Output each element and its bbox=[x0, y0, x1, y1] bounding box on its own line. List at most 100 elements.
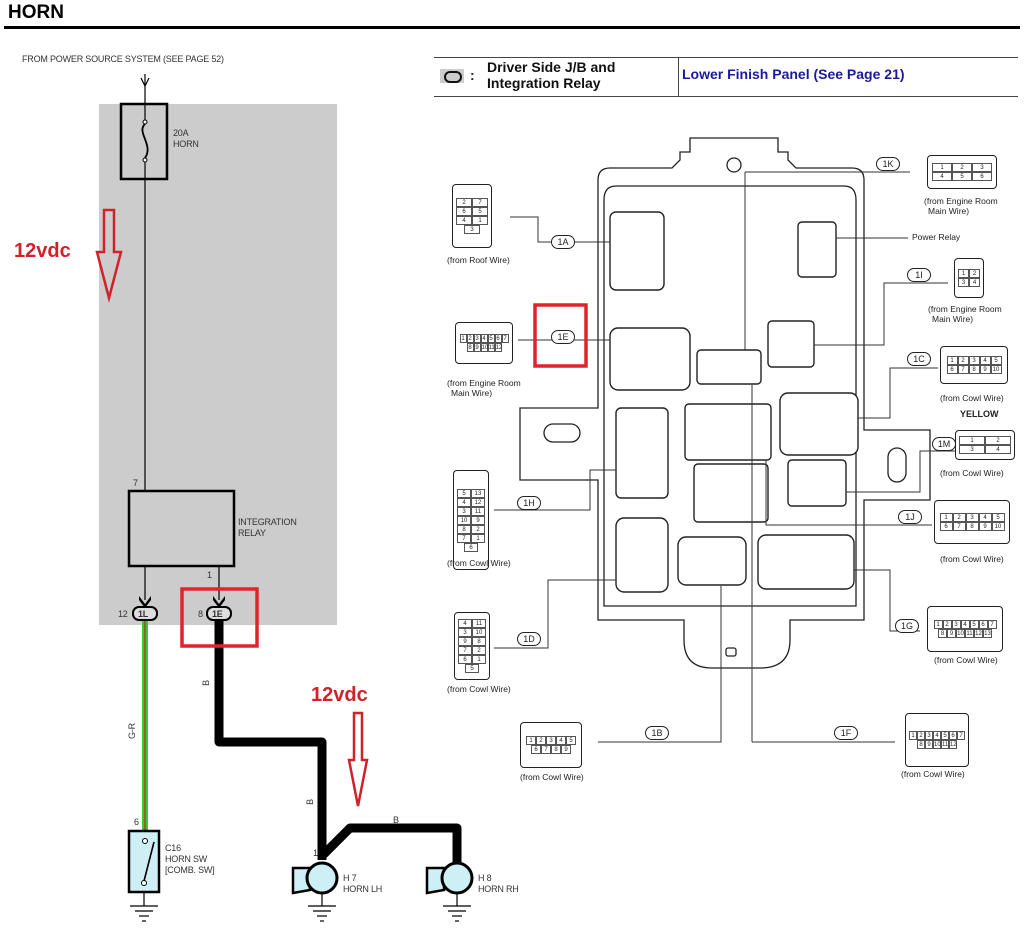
pin: 4 bbox=[969, 278, 980, 287]
pin: 12 bbox=[471, 497, 485, 507]
connector-tag-1d: 1D bbox=[517, 632, 541, 646]
pin: 2 bbox=[957, 356, 969, 365]
pin: 7 bbox=[952, 522, 966, 531]
wire-color-b-1: B bbox=[200, 680, 211, 686]
pin: 2 bbox=[942, 620, 952, 629]
pin: 1 bbox=[472, 216, 488, 225]
pin: 10 bbox=[991, 522, 1005, 531]
pin: 1 bbox=[959, 436, 985, 445]
pin: 8 bbox=[968, 365, 980, 374]
connector-1e-label: 1E bbox=[212, 609, 223, 619]
connector-1e-pin: 8 bbox=[198, 609, 203, 619]
pin: 9 bbox=[458, 637, 472, 646]
horn-switch-label: C16 HORN SW [COMB. SW] bbox=[165, 843, 215, 875]
jb-sockets bbox=[609, 211, 859, 593]
connector-tag-1m: 1M bbox=[932, 437, 956, 451]
pin: 4 bbox=[932, 172, 952, 181]
pin: 6 bbox=[949, 731, 957, 740]
connector-tag-1j: 1J bbox=[898, 510, 922, 524]
connector-1l-pin: 12 bbox=[118, 609, 128, 619]
connector-1a-source: (from Roof Wire) bbox=[447, 255, 510, 265]
pin: 5 bbox=[952, 172, 972, 181]
pin: 12 bbox=[494, 343, 503, 352]
horn-switch-pin: 6 bbox=[134, 817, 139, 827]
voltage-annotation-2: 12vdc bbox=[311, 684, 368, 706]
pin: 3 bbox=[546, 736, 556, 745]
pin: 1 bbox=[946, 356, 958, 365]
pin: 8 bbox=[466, 343, 474, 352]
connector-1c-source: (from Cowl Wire) bbox=[940, 393, 1004, 403]
pin: 4 bbox=[979, 356, 991, 365]
pin: 5 bbox=[465, 664, 479, 673]
pin: 1 bbox=[472, 655, 486, 664]
pin: 4 bbox=[457, 497, 471, 507]
pin: 6 bbox=[458, 655, 472, 664]
ground-icon bbox=[130, 905, 158, 922]
pin: 11 bbox=[941, 740, 949, 749]
legend-location-link[interactable]: Lower Finish Panel (See Page 21) bbox=[682, 66, 905, 82]
pin: 9 bbox=[473, 343, 481, 352]
connector-tag-1h: 1H bbox=[517, 496, 541, 510]
pin: 5 bbox=[566, 736, 576, 745]
pin: 6 bbox=[946, 365, 958, 374]
pin: 10 bbox=[472, 628, 486, 637]
pin: 10 bbox=[480, 343, 489, 352]
pin: 5 bbox=[969, 620, 979, 629]
connector-1d-source: (from Cowl Wire) bbox=[447, 684, 511, 694]
b-wire-rh bbox=[318, 823, 462, 862]
fuse-icon bbox=[119, 102, 169, 181]
connector-1l-label: 1L bbox=[138, 609, 149, 619]
pin: 4 bbox=[458, 619, 472, 628]
pin: 10 bbox=[933, 740, 941, 749]
pin: 8 bbox=[965, 522, 979, 531]
horn-lh-label: H 7 HORN LH bbox=[343, 873, 383, 894]
connector-1m-source: (from Cowl Wire) bbox=[940, 468, 1004, 478]
pin: 6 bbox=[464, 542, 478, 552]
pin: 7 bbox=[458, 646, 472, 655]
pin: 2 bbox=[969, 269, 980, 278]
pin: 1 bbox=[526, 736, 536, 745]
pin: 5 bbox=[472, 207, 488, 216]
junction-block-outline bbox=[519, 137, 931, 669]
pin: 2 bbox=[536, 736, 546, 745]
pin: 2 bbox=[917, 731, 925, 740]
pin: 5 bbox=[941, 731, 949, 740]
pin: 1 bbox=[909, 731, 917, 740]
horn-rh-icon bbox=[425, 861, 474, 922]
pin: 7 bbox=[541, 745, 551, 754]
pin: 10 bbox=[956, 629, 965, 638]
relay-pin-1: 1 bbox=[207, 570, 212, 580]
pin: 11 bbox=[487, 343, 495, 352]
connector-1a-icon: 2765413 bbox=[452, 184, 492, 248]
pin: 7 bbox=[472, 198, 488, 207]
pin: 7 bbox=[957, 365, 969, 374]
pin: 8 bbox=[457, 524, 471, 534]
pin: 7 bbox=[987, 620, 997, 629]
pin: 2 bbox=[471, 524, 485, 534]
pin: 10 bbox=[457, 515, 471, 525]
connector-1g-icon: 1 2 3 4 5 6 7 8 9 10 11 12 13 bbox=[927, 606, 1003, 652]
connector-1g-source: (from Cowl Wire) bbox=[934, 655, 998, 665]
pin: 8 bbox=[917, 740, 925, 749]
pin: 2 bbox=[472, 646, 486, 655]
pin: 8 bbox=[551, 745, 561, 754]
pin: 9 bbox=[471, 515, 485, 525]
pin: 7 bbox=[457, 533, 471, 543]
schematic-wiring bbox=[95, 74, 955, 922]
pin: 3 bbox=[464, 225, 480, 234]
pin: 1 bbox=[958, 269, 969, 278]
connector-1b-source: (from Cowl Wire) bbox=[520, 772, 584, 782]
connector-tag-1f: 1F bbox=[834, 726, 858, 740]
pin: 3 bbox=[972, 163, 992, 172]
connector-power-relay-source: Power Relay bbox=[912, 232, 961, 242]
connector-1b-icon: 12345 6789 bbox=[520, 722, 582, 768]
connector-1j-icon: 1 2 3 4 5 6 7 8 9 10 bbox=[934, 500, 1010, 544]
connector-tag-1g: 1G bbox=[895, 619, 919, 633]
pin: 7 bbox=[501, 334, 509, 343]
pin: 1 bbox=[933, 620, 943, 629]
connector-1c-icon: 1 2 3 4 5 6 7 8 9 10 bbox=[940, 346, 1008, 384]
connector-tag-1e: 1E bbox=[551, 330, 575, 344]
relay-label: INTEGRATION RELAY bbox=[238, 517, 297, 538]
pin: 3 bbox=[958, 278, 969, 287]
wire-color-b-3: B bbox=[393, 815, 399, 825]
